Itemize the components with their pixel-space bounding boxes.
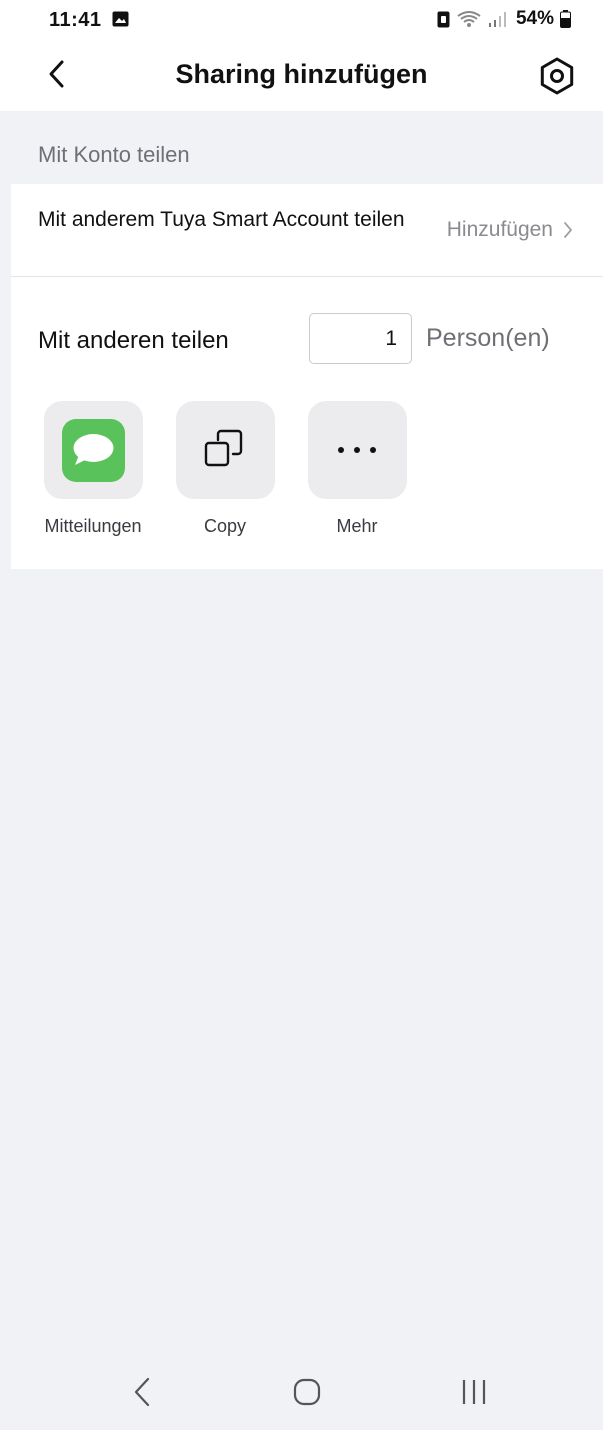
- battery-percent: 54%: [515, 8, 554, 29]
- system-recents-icon[interactable]: [460, 1376, 488, 1408]
- status-time: 11:41: [49, 9, 102, 31]
- status-indicators: 54%: [437, 8, 571, 30]
- section-heading-account: Mit Konto teilen: [11, 111, 603, 184]
- copy-icon: [204, 429, 243, 467]
- share-with-account-label: Mit anderem Tuya Smart Account teilen: [38, 208, 405, 231]
- share-app-label: Copy: [203, 516, 247, 536]
- app-icon-box: [307, 401, 407, 499]
- page-title: Sharing hinzufügen: [175, 59, 428, 89]
- signal-icon: [488, 12, 506, 27]
- share-with-others-panel: Mit anderen teilen Person(en) Mitteilung…: [11, 277, 603, 569]
- add-account-label: Hinzufügen: [446, 218, 553, 241]
- header: Sharing hinzufügen: [0, 40, 603, 111]
- messages-icon: [61, 418, 125, 482]
- add-account-action[interactable]: Hinzufügen: [447, 218, 573, 242]
- share-app-messages[interactable]: Mitteilungen: [43, 401, 143, 537]
- app-icon-box: [175, 401, 275, 499]
- share-with-account-row[interactable]: Mit anderem Tuya Smart Account teilen Hi…: [11, 184, 603, 277]
- system-navigation-bar: [0, 1350, 603, 1430]
- person-count-input[interactable]: [309, 313, 412, 364]
- more-icon: [338, 447, 376, 453]
- person-count-unit: Person(en): [426, 324, 550, 352]
- sim-icon: [437, 11, 450, 27]
- share-app-more[interactable]: Mehr: [307, 401, 407, 537]
- settings-hexagon-icon[interactable]: [537, 56, 577, 96]
- system-back-icon[interactable]: [131, 1376, 153, 1408]
- share-with-others-label: Mit anderen teilen: [38, 327, 229, 354]
- share-app-copy[interactable]: Copy: [175, 401, 275, 537]
- chevron-right-icon: [564, 222, 572, 238]
- section-heading-text: Mit Konto teilen: [38, 142, 190, 167]
- gallery-icon: [112, 11, 129, 27]
- status-bar: 11:41 54%: [0, 0, 603, 40]
- share-app-label: Mitteilungen: [44, 516, 142, 536]
- app-icon-box: [43, 401, 143, 499]
- battery-icon: [560, 10, 571, 28]
- system-home-icon[interactable]: [293, 1376, 321, 1408]
- wifi-icon: [457, 11, 481, 27]
- share-app-label: Mehr: [336, 516, 378, 536]
